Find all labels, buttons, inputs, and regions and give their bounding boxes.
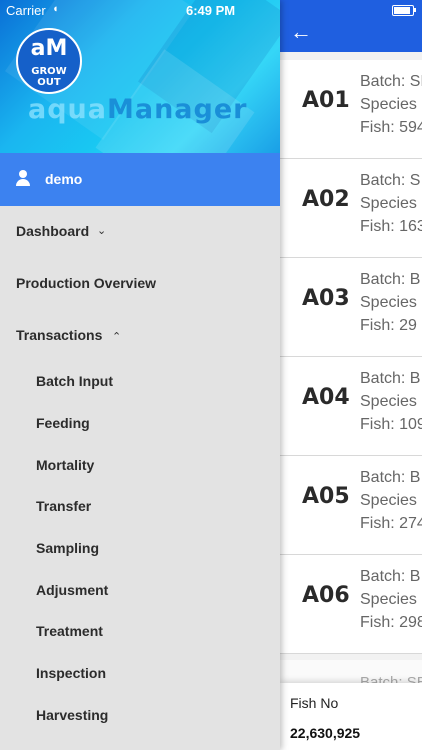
summary-panel: Fish No 22,630,925 (280, 683, 422, 750)
batch-text: Batch: SE (360, 73, 422, 90)
navigation-drawer: aM GROW OUT aquaManager demo Dashboard ⌄… (0, 0, 280, 750)
fish-text: Fish: 29 (360, 317, 417, 334)
menu-item-dashboard[interactable]: Dashboard ⌄ (0, 211, 280, 251)
menu-item-mortality[interactable]: Mortality (0, 445, 280, 485)
menu-label: Inspection (36, 665, 107, 681)
list-item[interactable]: A06 Batch: B Species Fish: 298 (280, 555, 422, 654)
list-item[interactable]: A03 Batch: B Species Fish: 29 (280, 258, 422, 357)
brand-part1: aqua (28, 94, 107, 125)
menu-item-transactions[interactable]: Transactions ⌃ (0, 315, 280, 355)
list-item[interactable]: A04 Batch: B Species Fish: 109 (280, 357, 422, 456)
user-icon (16, 170, 30, 186)
menu-item-adjusment[interactable]: Adjusment (0, 570, 280, 610)
summary-label: Fish No (290, 695, 339, 711)
menu-label: Transactions (16, 327, 103, 343)
batch-text: Batch: B (360, 370, 421, 387)
species-text: Species (360, 591, 417, 608)
batch-text: Batch: B (360, 469, 421, 486)
tank-code: A05 (302, 484, 350, 509)
user-row[interactable]: demo (0, 153, 280, 206)
menu-label: Mortality (36, 457, 95, 473)
fish-text: Fish: 163 (360, 218, 422, 235)
batch-text: Batch: S (360, 172, 421, 189)
menu-item-inspection[interactable]: Inspection (0, 653, 280, 693)
chevron-up-icon: ⌃ (112, 331, 122, 343)
batch-text: Batch: B (360, 568, 421, 585)
list-item[interactable]: A01 Batch: SE Species S Fish: 594 (280, 60, 422, 159)
tank-code: A06 (302, 583, 350, 608)
tank-code: A04 (302, 385, 350, 410)
menu-label: Production Overview (16, 275, 157, 291)
menu-item-feeding[interactable]: Feeding (0, 403, 280, 443)
list-item-partial: Batch: SE (280, 660, 422, 684)
species-text: Species (360, 294, 417, 311)
list-item[interactable]: A05 Batch: B Species Fish: 274 (280, 456, 422, 555)
menu-item-harvesting[interactable]: Harvesting (0, 695, 280, 735)
logo-subtext: GROW OUT (31, 66, 67, 88)
menu-item-transfer[interactable]: Transfer (0, 486, 280, 526)
menu-item-sampling[interactable]: Sampling (0, 528, 280, 568)
fish-text: Fish: 109 (360, 416, 422, 433)
menu-item-treatment[interactable]: Treatment (0, 611, 280, 651)
species-text: Species (360, 195, 417, 212)
menu-label: Treatment (36, 623, 103, 639)
fish-text: Fish: 274 (360, 515, 422, 532)
fish-text: Fish: 594 (360, 119, 422, 136)
drawer-header: aM GROW OUT aquaManager (0, 0, 280, 153)
menu-label: Feeding (36, 415, 90, 431)
species-text: Species (360, 492, 417, 509)
menu-label: Transfer (36, 498, 92, 514)
status-bar: Carrier ◖ 6:49 PM (0, 0, 422, 20)
tank-code: A01 (302, 88, 350, 113)
menu-label: Dashboard (16, 223, 90, 239)
back-arrow-icon[interactable]: ← (290, 20, 320, 44)
tank-info: Batch: B Species Fish: 109 (360, 367, 422, 436)
menu-label: Batch Input (36, 373, 113, 389)
tank-code: A02 (302, 187, 350, 212)
tank-info: Batch: B Species Fish: 29 (360, 268, 420, 337)
batch-text: Batch: B (360, 271, 421, 288)
app-logo: aM GROW OUT (16, 28, 82, 94)
summary-value: 22,630,925 (290, 725, 361, 741)
battery-cap (414, 8, 416, 12)
tank-info: Batch: S Species Fish: 163 (360, 169, 422, 238)
list-item[interactable]: A02 Batch: S Species Fish: 163 (280, 159, 422, 258)
tank-info: Batch: B Species Fish: 274 (360, 466, 422, 535)
species-text: Species S (360, 96, 422, 113)
user-name: demo (45, 171, 83, 187)
menu-item-batch-input[interactable]: Batch Input (0, 361, 280, 401)
chevron-down-icon: ⌄ (97, 225, 107, 237)
carrier-label: Carrier (6, 3, 46, 18)
menu-label: Adjusment (36, 582, 109, 598)
menu-label: Harvesting (36, 707, 109, 723)
tank-list: A01 Batch: SE Species S Fish: 594 A02 Ba… (280, 60, 422, 654)
species-text: Species (360, 393, 417, 410)
wifi-icon: ◖ (52, 3, 59, 15)
tank-info: Batch: SE Species S Fish: 594 (360, 70, 422, 139)
clock: 6:49 PM (186, 3, 236, 18)
fish-text: Fish: 298 (360, 614, 422, 631)
menu-label: Sampling (36, 540, 100, 556)
tank-info: Batch: B Species Fish: 298 (360, 565, 422, 634)
battery-icon (392, 5, 414, 16)
menu-item-production-overview[interactable]: Production Overview (0, 263, 280, 303)
tank-code: A03 (302, 286, 350, 311)
logo-text: aM (30, 36, 68, 61)
brand-part2: Manager (107, 94, 248, 125)
brand-wordmark: aquaManager (28, 94, 247, 125)
